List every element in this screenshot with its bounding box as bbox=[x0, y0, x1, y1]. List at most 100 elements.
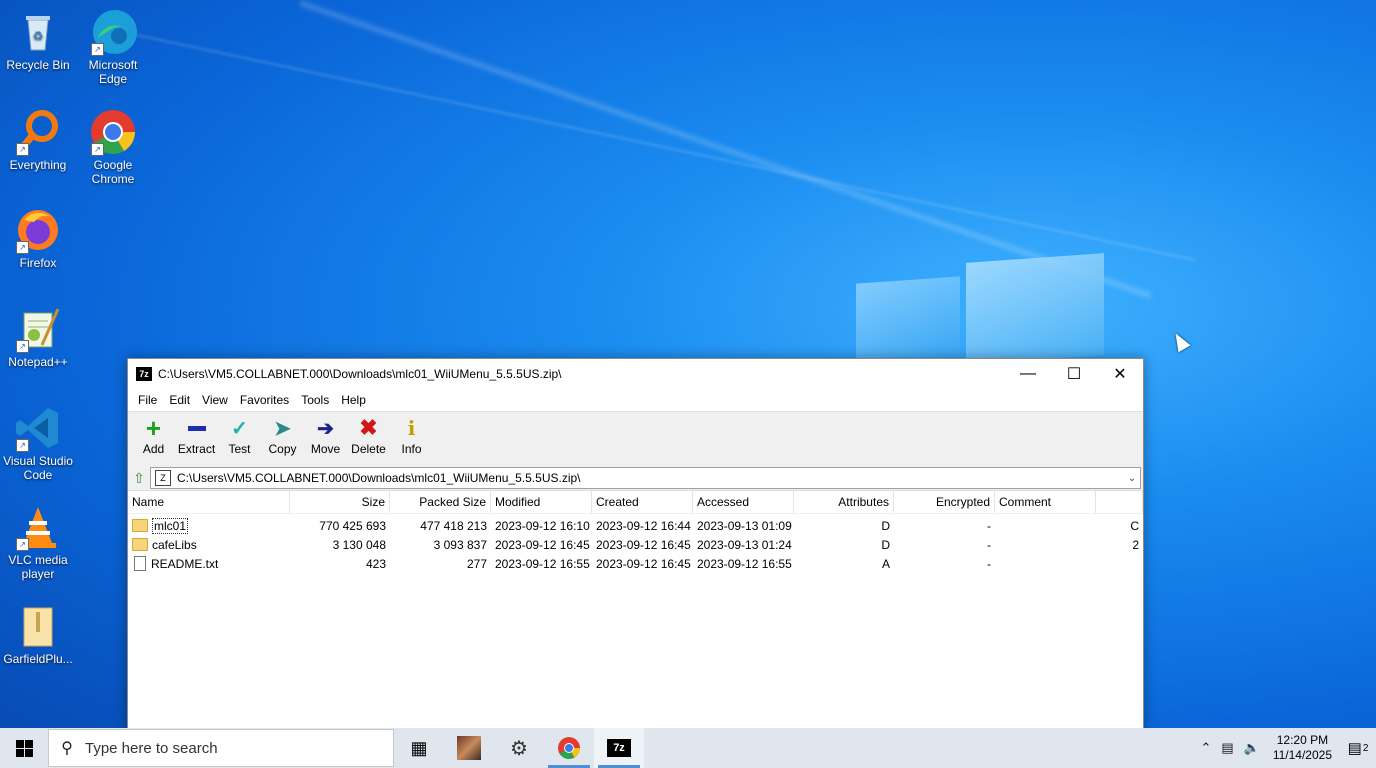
desktop-icon-everything[interactable]: ↗ Everything bbox=[0, 108, 76, 172]
close-button[interactable]: ✕ bbox=[1097, 359, 1143, 389]
add-button[interactable]: + Add bbox=[132, 412, 175, 457]
move-label: Move bbox=[310, 442, 341, 456]
file-name: cafeLibs bbox=[152, 537, 197, 552]
menu-favorites[interactable]: Favorites bbox=[234, 393, 295, 407]
menu-edit[interactable]: Edit bbox=[163, 393, 196, 407]
test-label: Test bbox=[228, 442, 251, 456]
file-attributes: D bbox=[881, 537, 890, 552]
taskbar-search-box[interactable]: ⚲ Type here to search bbox=[48, 729, 394, 767]
desktop-icon-notepad-plus-plus[interactable]: ↗ Notepad++ bbox=[0, 305, 76, 369]
desktop-icon-google-chrome[interactable]: ↗ Google Chrome bbox=[75, 108, 151, 186]
address-input[interactable]: Z C:\Users\VM5.COLLABNET.000\Downloads\m… bbox=[150, 467, 1141, 489]
up-folder-icon[interactable]: ⇧ bbox=[128, 467, 150, 489]
column-header-size[interactable]: Size bbox=[290, 491, 390, 513]
file-accessed: 2023-09-13 01:09 bbox=[697, 518, 792, 533]
task-view-button[interactable]: ▦ bbox=[394, 728, 444, 768]
mouse-cursor bbox=[1169, 329, 1191, 353]
table-row[interactable]: cafeLibs 3 130 048 3 093 837 2023-09-12 … bbox=[128, 535, 1143, 554]
minimize-button[interactable]: — bbox=[1005, 359, 1051, 389]
chrome-icon bbox=[558, 737, 580, 759]
text-file-icon bbox=[134, 556, 146, 571]
move-button[interactable]: ➔ Move bbox=[304, 412, 347, 457]
extract-button[interactable]: Extract bbox=[175, 412, 218, 456]
desktop-icon-label: Everything bbox=[9, 158, 67, 172]
file-modified: 2023-09-12 16:10 bbox=[495, 518, 590, 533]
chevron-up-icon[interactable]: ⌃ bbox=[1195, 740, 1216, 756]
menu-view[interactable]: View bbox=[196, 393, 234, 407]
search-icon: ⚲ bbox=[61, 740, 73, 757]
taskbar-settings[interactable]: ⚙ bbox=[494, 728, 544, 768]
file-list[interactable]: Name Size Packed Size Modified Created A… bbox=[128, 491, 1143, 573]
7zip-app-icon: 7z bbox=[136, 367, 152, 381]
file-modified: 2023-09-12 16:45 bbox=[495, 537, 590, 552]
taskbar-7zip[interactable]: 7z bbox=[594, 728, 644, 768]
file-attributes: D bbox=[881, 518, 890, 533]
gear-icon: ⚙ bbox=[510, 737, 528, 760]
file-packed-size: 3 093 837 bbox=[433, 537, 487, 552]
column-header-name[interactable]: Name bbox=[128, 491, 290, 513]
windows-logo-wallpaper bbox=[856, 253, 1104, 365]
start-button[interactable] bbox=[0, 728, 48, 768]
file-extra-column: C bbox=[1130, 518, 1139, 533]
column-header-accessed[interactable]: Accessed bbox=[693, 491, 794, 513]
chrome-icon: ↗ bbox=[89, 108, 137, 156]
column-header-attributes[interactable]: Attributes bbox=[794, 491, 894, 513]
system-clock[interactable]: 12:20 PM 11/14/2025 bbox=[1265, 733, 1340, 763]
everything-search-icon: ↗ bbox=[14, 108, 62, 156]
7zip-app-icon: 7z bbox=[607, 739, 631, 757]
column-header-comment[interactable]: Comment bbox=[995, 491, 1096, 513]
desktop-icon-vlc-media-player[interactable]: ↗ VLC media player bbox=[0, 503, 76, 581]
title-bar[interactable]: 7z C:\Users\VM5.COLLABNET.000\Downloads\… bbox=[128, 359, 1143, 389]
desktop-icon-garfield-folder[interactable]: GarfieldPlu... bbox=[0, 602, 76, 666]
desktop-icon-microsoft-edge[interactable]: ↗ Microsoft Edge bbox=[75, 8, 151, 86]
menu-file[interactable]: File bbox=[132, 393, 163, 407]
taskbar-chrome[interactable] bbox=[544, 728, 594, 768]
x-icon: ✖ bbox=[359, 415, 378, 440]
copy-button[interactable]: ➤ Copy bbox=[261, 412, 304, 457]
column-header-created[interactable]: Created bbox=[592, 491, 693, 513]
menu-tools[interactable]: Tools bbox=[295, 393, 335, 407]
firefox-icon: ↗ bbox=[14, 206, 62, 254]
task-view-icon: ▦ bbox=[410, 737, 428, 758]
desktop-icon-visual-studio-code[interactable]: ↗ Visual Studio Code bbox=[0, 404, 76, 482]
plus-icon: + bbox=[145, 412, 162, 443]
desktop-icon-label: Firefox bbox=[19, 256, 57, 270]
notepad-plus-plus-icon: ↗ bbox=[14, 305, 62, 353]
desktop-icon-recycle-bin[interactable]: ♻ Recycle Bin bbox=[0, 8, 76, 72]
desktop-icon-label: Recycle Bin bbox=[6, 58, 70, 72]
clock-time: 12:20 PM bbox=[1276, 733, 1329, 747]
windows-logo-icon bbox=[15, 739, 33, 757]
desktop-icon-label: Visual Studio Code bbox=[3, 454, 73, 482]
taskbar-app-photo[interactable] bbox=[444, 728, 494, 768]
column-header-modified[interactable]: Modified bbox=[491, 491, 592, 513]
file-packed-size: 277 bbox=[466, 556, 487, 571]
desktop-icon-firefox[interactable]: ↗ Firefox bbox=[0, 206, 76, 270]
system-tray: ⌃ ▤ 🔈 12:20 PM 11/14/2025 ▤ 2 bbox=[1195, 728, 1376, 768]
delete-button[interactable]: ✖ Delete bbox=[347, 412, 390, 456]
taskbar: ⚲ Type here to search ▦ ⚙ 7z ⌃ ▤ 🔈 12:20… bbox=[0, 728, 1376, 768]
desktop-icon-label: GarfieldPlu... bbox=[3, 652, 73, 666]
network-icon[interactable]: ▤ bbox=[1216, 740, 1238, 756]
maximize-button[interactable]: ☐ bbox=[1051, 359, 1097, 389]
file-list-header: Name Size Packed Size Modified Created A… bbox=[128, 491, 1143, 514]
file-size: 423 bbox=[365, 556, 386, 571]
minus-icon bbox=[184, 416, 210, 440]
file-extra-column: 2 bbox=[1132, 537, 1139, 552]
column-header-extra[interactable] bbox=[1096, 491, 1143, 513]
desktop-light-beam bbox=[119, 30, 1197, 262]
test-button[interactable]: ✓ Test bbox=[218, 412, 261, 457]
info-button[interactable]: i Info bbox=[390, 412, 433, 456]
table-row[interactable]: mlc01 770 425 693 477 418 213 2023-09-12… bbox=[128, 516, 1143, 535]
edge-icon: ↗ bbox=[89, 8, 137, 56]
table-row[interactable]: README.txt 423 277 2023-09-12 16:55 2023… bbox=[128, 554, 1143, 573]
notification-center-button[interactable]: ▤ 2 bbox=[1340, 728, 1376, 768]
file-created: 2023-09-12 16:45 bbox=[596, 537, 691, 552]
file-size: 770 425 693 bbox=[319, 518, 386, 533]
toolbar: + Add Extract ✓ Test ➤ Copy ➔ Move ✖ Del… bbox=[128, 411, 1143, 466]
column-header-encrypted[interactable]: Encrypted bbox=[894, 491, 995, 513]
volume-muted-icon[interactable]: 🔈 bbox=[1239, 740, 1265, 756]
column-header-packed-size[interactable]: Packed Size bbox=[390, 491, 491, 513]
chevron-down-icon[interactable]: ⌄ bbox=[1124, 473, 1140, 484]
menu-help[interactable]: Help bbox=[335, 393, 372, 407]
7zip-file-manager-window[interactable]: 7z C:\Users\VM5.COLLABNET.000\Downloads\… bbox=[127, 358, 1144, 732]
